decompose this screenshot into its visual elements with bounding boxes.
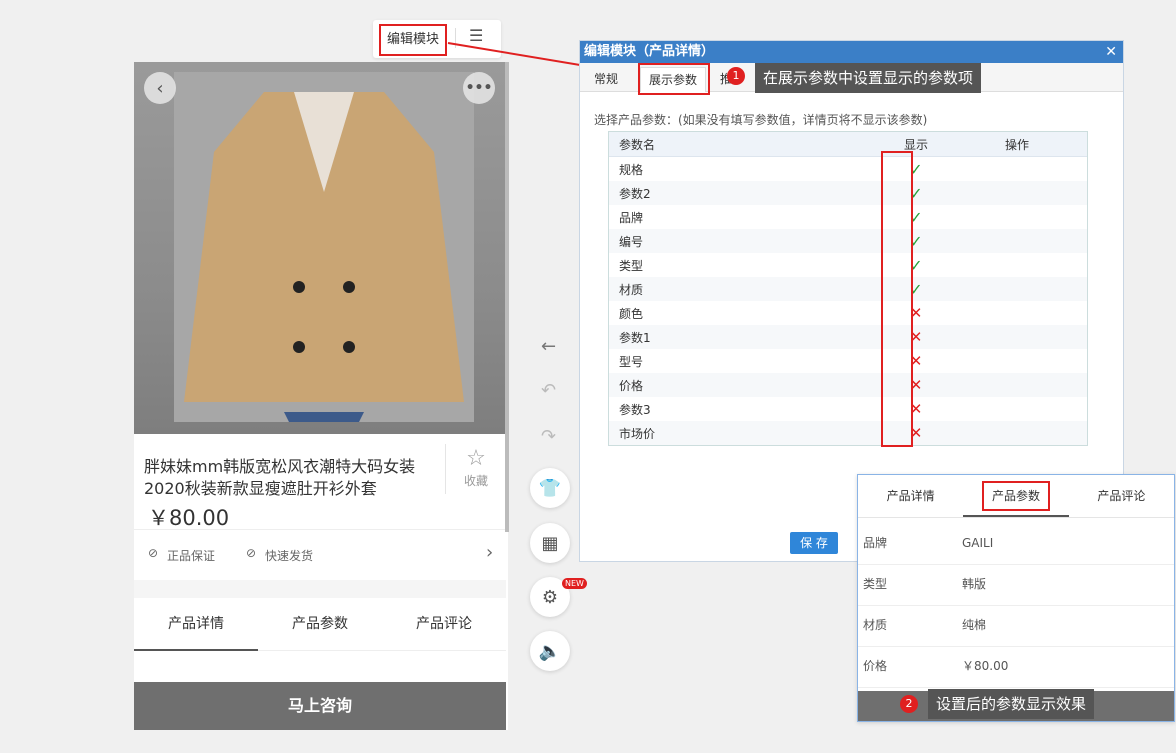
dialog-title: 编辑模块（产品详情） [584, 44, 715, 59]
back-arrow-icon[interactable]: ← [541, 336, 556, 357]
param-effect-panel: 产品详情 产品参数 产品评论 品牌 GAILI 类型 韩版 材质 纯棉 价格 ￥80.0… [857, 474, 1175, 722]
effect-key: 材质 [863, 618, 888, 632]
tab-general[interactable]: 常规 [586, 67, 627, 91]
callout-step2: 设置后的参数显示效果 [928, 689, 1095, 719]
preview-scrollbar[interactable] [505, 62, 509, 532]
param-name: 规格 [619, 162, 644, 177]
param-name: 市场价 [619, 426, 656, 441]
table-row: 材质 ✓ [609, 277, 1087, 301]
effect-row: 类型 韩版 [858, 564, 1174, 606]
table-row: 规格 ✓ [609, 157, 1087, 181]
param-name: 颜色 [619, 306, 644, 321]
check-circle-icon: ⊘ [148, 546, 159, 560]
guarantee-shipping: 快速发货 [265, 549, 314, 563]
speaker-icon[interactable]: 🔈 [530, 631, 570, 671]
effect-tab-params-label: 产品参数 [981, 481, 1050, 511]
product-preview: ‹ ••• 胖妹妹mm韩版宽松风衣潮特大码女装2020秋装新款显瘦遮肚开衫外套 … [134, 62, 508, 730]
product-tabs: 产品详情 产品参数 产品评论 [134, 598, 506, 651]
step-badge-2: 2 [900, 695, 918, 713]
shirt-icon[interactable]: 👕 [530, 468, 570, 508]
guarantee-bar[interactable]: ⊘ 正品保证 ⊘ 快速发货 › [134, 529, 506, 581]
column-show: 显示 [903, 137, 928, 152]
effect-key: 价格 [863, 659, 888, 673]
param-name: 价格 [619, 378, 644, 393]
effect-row: 价格 ￥80.00 [858, 646, 1174, 688]
table-row: 参数2 ✓ [609, 181, 1087, 205]
favorite-button[interactable]: ☆ 收藏 [456, 446, 496, 489]
effect-value: GAILI [962, 536, 994, 550]
coat-illustration [174, 72, 474, 422]
param-name: 参数3 [619, 402, 651, 417]
effect-tabs: 产品详情 产品参数 产品评论 [858, 475, 1174, 518]
table-row: 参数3 ✕ [609, 397, 1087, 421]
edit-module-label[interactable]: 编辑模块 [379, 24, 447, 56]
table-row: 参数1 ✕ [609, 325, 1087, 349]
callout-step1: 在展示参数中设置显示的参数项 [755, 63, 982, 93]
param-name: 材质 [619, 282, 644, 297]
table-row: 型号 ✕ [609, 349, 1087, 373]
show-column-highlight [881, 151, 913, 447]
table-header: 参数名 显示 操作 [609, 132, 1087, 157]
product-title: 胖妹妹mm韩版宽松风衣潮特大码女装2020秋装新款显瘦遮肚开衫外套 [144, 457, 416, 498]
param-name: 参数2 [619, 186, 651, 201]
param-name: 品牌 [619, 210, 644, 225]
param-name: 类型 [619, 258, 644, 273]
column-action: 操作 [1004, 137, 1029, 152]
table-row: 市场价 ✕ [609, 421, 1087, 445]
table-row: 品牌 ✓ [609, 205, 1087, 229]
highlight-box [638, 63, 710, 95]
effect-value: ￥80.00 [962, 659, 1009, 673]
step-badge-1: 1 [727, 67, 745, 85]
effect-key: 品牌 [863, 536, 888, 550]
param-name: 参数1 [619, 330, 651, 345]
undo-icon[interactable]: ↶ [541, 380, 556, 401]
table-row: 编号 ✓ [609, 229, 1087, 253]
effect-tab-detail[interactable]: 产品详情 [858, 475, 963, 517]
consult-button[interactable]: 马上咨询 [134, 682, 506, 730]
effect-tab-reviews[interactable]: 产品评论 [1069, 475, 1174, 517]
close-icon[interactable]: ✕ [1105, 41, 1117, 63]
back-icon[interactable]: ‹ [144, 72, 176, 104]
tab-product-params[interactable]: 产品参数 [258, 598, 382, 650]
effect-row: 品牌 GAILI [858, 523, 1174, 565]
table-row: 价格 ✕ [609, 373, 1087, 397]
redo-icon[interactable]: ↷ [541, 426, 556, 447]
section-gap [134, 580, 506, 598]
column-param-name: 参数名 [619, 137, 656, 152]
product-price: ￥80.00 [148, 506, 230, 530]
check-circle-icon: ⊘ [246, 546, 257, 560]
effect-row: 材质 纯棉 [858, 605, 1174, 647]
effect-value: 纯棉 [962, 618, 987, 632]
param-hint: 选择产品参数：(如果没有填写参数值，详情页将不显示该参数) [594, 113, 928, 127]
table-row: 类型 ✓ [609, 253, 1087, 277]
grid-icon[interactable]: ▦ [530, 523, 570, 563]
guarantee-genuine: 正品保证 [167, 549, 216, 563]
table-row: 颜色 ✕ [609, 301, 1087, 325]
tab-product-detail[interactable]: 产品详情 [134, 598, 258, 651]
tab-product-reviews[interactable]: 产品评论 [382, 598, 506, 650]
product-image: ‹ ••• [134, 62, 506, 434]
effect-value: 韩版 [962, 577, 987, 591]
dialog-header: 编辑模块（产品详情） ✕ [580, 41, 1123, 63]
param-table: 参数名 显示 操作 规格 ✓ 参数2 ✓ 品牌 ✓ 编号 ✓ 类型 ✓ 材质 ✓ 颜色 ✕ 参数1 ✕ 型号 ✕ 价… [608, 131, 1088, 446]
save-button[interactable]: 保 存 [790, 532, 838, 554]
param-name: 型号 [619, 354, 644, 369]
param-name: 编号 [619, 234, 644, 249]
effect-key: 类型 [863, 577, 888, 591]
new-badge: NEW [562, 578, 587, 589]
chevron-right-icon: › [486, 542, 494, 563]
effect-tab-params[interactable]: 产品参数 [963, 475, 1069, 517]
divider [445, 444, 446, 494]
favorite-label: 收藏 [463, 474, 488, 488]
star-icon: ☆ [466, 446, 486, 471]
